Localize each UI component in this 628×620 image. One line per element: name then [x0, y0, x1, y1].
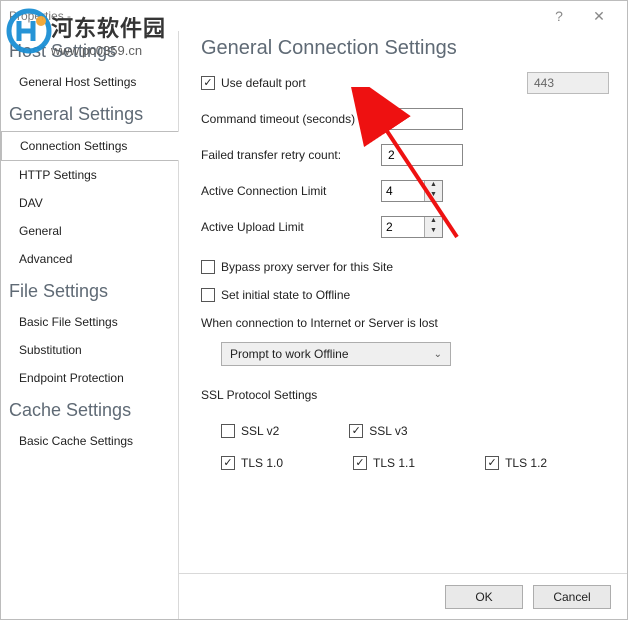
- window-title: Properties -: [9, 9, 71, 23]
- offline-initial-label: Set initial state to Offline: [221, 288, 350, 302]
- offline-initial-checkbox[interactable]: [201, 288, 215, 302]
- command-timeout-input[interactable]: [381, 108, 463, 130]
- spin-down-icon[interactable]: ▼: [425, 191, 442, 201]
- tls-1-1-checkbox[interactable]: [353, 456, 367, 470]
- sidebar-item-general-host-settings[interactable]: General Host Settings: [1, 68, 178, 96]
- ssl-header: SSL Protocol Settings: [201, 388, 609, 402]
- properties-dialog: Properties - ? ✕ Host Settings General H…: [0, 0, 628, 620]
- tls-1-2-label: TLS 1.2: [505, 456, 547, 470]
- active-upload-limit-spinner[interactable]: ▲▼: [381, 216, 443, 238]
- lost-connection-value: Prompt to work Offline: [230, 347, 434, 361]
- retry-count-label: Failed transfer retry count:: [201, 148, 381, 162]
- lost-connection-header: When connection to Internet or Server is…: [201, 316, 609, 330]
- cancel-button[interactable]: Cancel: [533, 585, 611, 609]
- use-default-port-checkbox[interactable]: [201, 76, 215, 90]
- lost-connection-select[interactable]: Prompt to work Offline ⌄: [221, 342, 451, 366]
- spin-up-icon[interactable]: ▲: [425, 217, 442, 227]
- spin-up-icon[interactable]: ▲: [425, 181, 442, 191]
- sidebar-item-substitution[interactable]: Substitution: [1, 336, 178, 364]
- tls-1-1-label: TLS 1.1: [373, 456, 415, 470]
- active-connection-limit-label: Active Connection Limit: [201, 184, 381, 198]
- close-button[interactable]: ✕: [579, 5, 619, 27]
- port-input: [527, 72, 609, 94]
- tls-1-0-checkbox[interactable]: [221, 456, 235, 470]
- active-upload-limit-input[interactable]: [382, 217, 424, 237]
- tls-1-0-label: TLS 1.0: [241, 456, 283, 470]
- sidebar-item-basic-file-settings[interactable]: Basic File Settings: [1, 308, 178, 336]
- bypass-proxy-label: Bypass proxy server for this Site: [221, 260, 393, 274]
- sidebar-item-http-settings[interactable]: HTTP Settings: [1, 161, 178, 189]
- sidebar-item-endpoint-protection[interactable]: Endpoint Protection: [1, 364, 178, 392]
- ssl-v2-label: SSL v2: [241, 424, 279, 438]
- ssl-v2-checkbox[interactable]: [221, 424, 235, 438]
- ssl-v3-checkbox[interactable]: [349, 424, 363, 438]
- active-upload-limit-label: Active Upload Limit: [201, 220, 381, 234]
- sidebar-group-file: File Settings: [1, 273, 178, 308]
- use-default-port-label: Use default port: [221, 76, 306, 90]
- active-connection-limit-input[interactable]: [382, 181, 424, 201]
- titlebar: Properties - ? ✕: [1, 1, 627, 31]
- page-title: General Connection Settings: [201, 37, 609, 60]
- sidebar-item-advanced[interactable]: Advanced: [1, 245, 178, 273]
- dialog-footer: OK Cancel: [179, 573, 627, 619]
- sidebar: Host Settings General Host Settings Gene…: [1, 31, 179, 619]
- sidebar-item-dav[interactable]: DAV: [1, 189, 178, 217]
- spin-down-icon[interactable]: ▼: [425, 227, 442, 237]
- chevron-down-icon: ⌄: [434, 349, 442, 360]
- sidebar-item-basic-cache-settings[interactable]: Basic Cache Settings: [1, 427, 178, 455]
- retry-count-input[interactable]: [381, 144, 463, 166]
- sidebar-item-general[interactable]: General: [1, 217, 178, 245]
- ok-button[interactable]: OK: [445, 585, 523, 609]
- sidebar-group-general: General Settings: [1, 96, 178, 131]
- bypass-proxy-checkbox[interactable]: [201, 260, 215, 274]
- tls-1-2-checkbox[interactable]: [485, 456, 499, 470]
- help-button[interactable]: ?: [539, 5, 579, 27]
- active-connection-limit-spinner[interactable]: ▲▼: [381, 180, 443, 202]
- sidebar-group-cache: Cache Settings: [1, 392, 178, 427]
- sidebar-item-connection-settings[interactable]: Connection Settings: [1, 131, 179, 161]
- command-timeout-label: Command timeout (seconds): [201, 112, 381, 126]
- ssl-v3-label: SSL v3: [369, 424, 407, 438]
- sidebar-group-host: Host Settings: [1, 33, 178, 68]
